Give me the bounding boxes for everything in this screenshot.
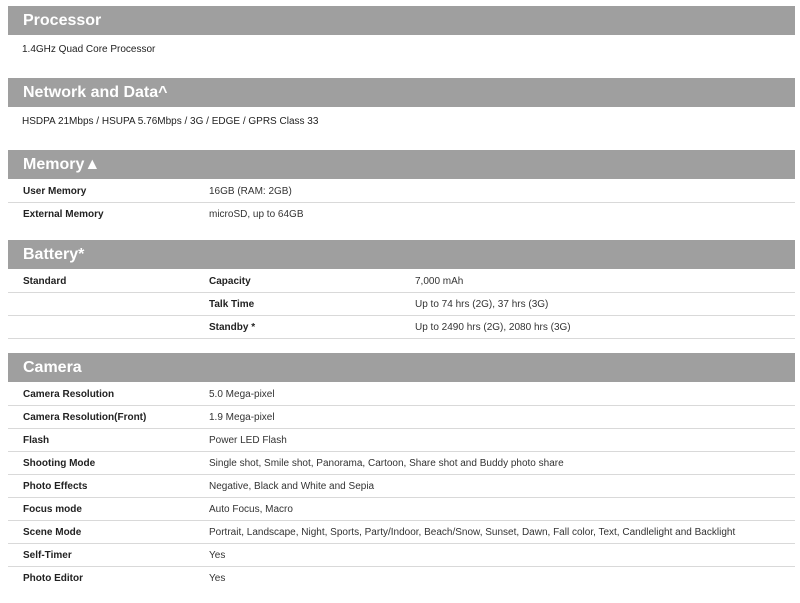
battery-row-standby: Standby * Up to 2490 hrs (2G), 2080 hrs … [8, 316, 795, 339]
spec-label: Talk Time [209, 299, 255, 310]
memory-row-external-memory: External Memory microSD, up to 64GB [8, 203, 795, 226]
camera-section: Camera Camera Resolution 5.0 Mega-pixel … [8, 353, 795, 590]
battery-row-talk-time: Talk Time Up to 74 hrs (2G), 37 hrs (3G) [8, 293, 795, 316]
battery-header: Battery* [8, 240, 795, 269]
processor-section: Processor 1.4GHz Quad Core Processor [8, 6, 795, 61]
network-header: Network and Data^ [8, 78, 795, 107]
spec-value: Power LED Flash [209, 435, 287, 446]
network-text: HSDPA 21Mbps / HSUPA 5.76Mbps / 3G / EDG… [22, 116, 319, 127]
network-section: Network and Data^ HSDPA 21Mbps / HSUPA 5… [8, 78, 795, 133]
camera-row-shooting-mode: Shooting Mode Single shot, Smile shot, P… [8, 452, 795, 475]
spec-value: Yes [209, 550, 226, 561]
spec-label: Standby * [209, 322, 256, 333]
spec-label: External Memory [23, 209, 104, 220]
spec-label: Focus mode [23, 504, 82, 515]
camera-row-resolution-front: Camera Resolution(Front) 1.9 Mega-pixel [8, 406, 795, 429]
memory-row-user-memory: User Memory 16GB (RAM: 2GB) [8, 180, 795, 203]
camera-row-photo-editor: Photo Editor Yes [8, 567, 795, 590]
camera-row-resolution: Camera Resolution 5.0 Mega-pixel [8, 383, 795, 406]
spec-value: Single shot, Smile shot, Panorama, Carto… [209, 458, 564, 469]
spec-label: Camera Resolution [23, 389, 115, 400]
spec-label: Shooting Mode [23, 458, 96, 469]
spec-label: Flash [23, 435, 50, 446]
camera-row-focus-mode: Focus mode Auto Focus, Macro [8, 498, 795, 521]
spec-value: 5.0 Mega-pixel [209, 389, 275, 400]
spec-value: 1.9 Mega-pixel [209, 412, 275, 423]
processor-header: Processor [8, 6, 795, 35]
spec-value: Yes [209, 573, 226, 584]
spec-value: Portrait, Landscape, Night, Sports, Part… [209, 527, 736, 538]
spec-value: 7,000 mAh [415, 276, 464, 287]
battery-standard-label: Standard [23, 276, 67, 287]
camera-row-photo-effects: Photo Effects Negative, Black and White … [8, 475, 795, 498]
camera-row-scene-mode: Scene Mode Portrait, Landscape, Night, S… [8, 521, 795, 544]
camera-header: Camera [8, 353, 795, 382]
memory-header: Memory▲ [8, 150, 795, 179]
camera-row-self-timer: Self-Timer Yes [8, 544, 795, 567]
camera-row-flash: Flash Power LED Flash [8, 429, 795, 452]
spec-label: Camera Resolution(Front) [23, 412, 147, 423]
spec-value: Auto Focus, Macro [209, 504, 293, 515]
battery-section: Battery* Standard Capacity 7,000 mAh Tal… [8, 240, 795, 339]
spec-value: 16GB (RAM: 2GB) [209, 186, 292, 197]
spec-label: Capacity [209, 276, 251, 287]
spec-value: Up to 74 hrs (2G), 37 hrs (3G) [415, 299, 549, 310]
spec-label: Scene Mode [23, 527, 82, 538]
spec-label: User Memory [23, 186, 87, 197]
spec-label: Photo Effects [23, 481, 88, 492]
spec-value: Up to 2490 hrs (2G), 2080 hrs (3G) [415, 322, 571, 333]
processor-text: 1.4GHz Quad Core Processor [22, 44, 156, 55]
spec-label: Self-Timer [23, 550, 72, 561]
spec-value: Negative, Black and White and Sepia [209, 481, 375, 492]
spec-value: microSD, up to 64GB [209, 209, 304, 220]
battery-row-capacity: Standard Capacity 7,000 mAh [8, 270, 795, 293]
spec-label: Photo Editor [23, 573, 83, 584]
memory-section: Memory▲ User Memory 16GB (RAM: 2GB) Exte… [8, 150, 795, 226]
